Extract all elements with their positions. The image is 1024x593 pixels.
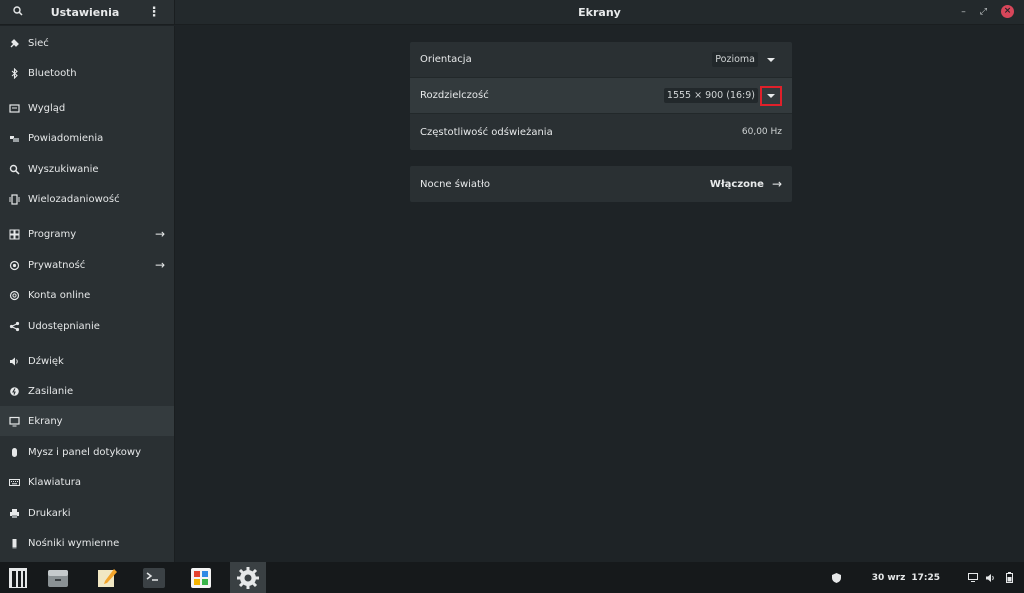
sidebar-item-label: Nośniki wymienne	[28, 537, 120, 549]
window-controls: – ⤢ ×	[961, 5, 1014, 18]
display-settings-card: Orientacja Pozioma Rozdzielczość 1555 × …	[410, 42, 792, 150]
bluetooth-icon	[0, 67, 28, 79]
night-light-label: Nocne światło	[420, 178, 490, 190]
maximize-icon[interactable]: ⤢	[980, 7, 987, 17]
sidebar-item-power[interactable]: Zasilanie	[0, 376, 174, 406]
chevron-down-icon	[767, 93, 775, 98]
display-icon[interactable]	[964, 573, 982, 582]
main-header: Ekrany – ⤢ ×	[175, 0, 1024, 25]
night-light-card[interactable]: Nocne światło Włączone →	[410, 166, 792, 202]
night-light-row[interactable]: Nocne światło Włączone →	[410, 166, 792, 202]
sidebar-item-label: Wyszukiwanie	[28, 163, 99, 175]
removable-media-icon	[0, 538, 28, 549]
system-tray: 30 wrz 17:25	[828, 562, 1024, 593]
sidebar-item-search[interactable]: Wyszukiwanie	[0, 154, 174, 184]
keyboard-icon	[0, 477, 28, 488]
night-light-status: Włączone	[709, 178, 764, 190]
power-icon	[0, 386, 28, 397]
sidebar-item-sound[interactable]: Dźwięk	[0, 346, 174, 376]
sidebar-item-label: Drukarki	[28, 507, 71, 519]
app-title: Ustawienia	[50, 5, 120, 19]
sidebar-item-network[interactable]: Sieć	[0, 28, 174, 58]
sidebar-item-notifications[interactable]: Powiadomienia	[0, 123, 174, 153]
kebab-menu-icon[interactable]: ⋮	[134, 5, 174, 20]
sidebar-item-label: Konta online	[28, 289, 91, 301]
sidebar-item-sharing[interactable]: Udostępnianie	[0, 311, 174, 341]
sidebar-item-displays[interactable]: Ekrany	[0, 406, 174, 436]
taskbar: 30 wrz 17:25	[0, 562, 1024, 593]
terminal-icon[interactable]	[136, 562, 172, 593]
sidebar-item-label: Powiadomienia	[28, 132, 104, 144]
arrow-right-icon: →	[771, 177, 782, 191]
close-icon[interactable]: ×	[1001, 5, 1014, 18]
text-editor-icon[interactable]	[89, 562, 125, 593]
printer-icon	[0, 508, 28, 519]
resolution-dropdown-button[interactable]	[760, 85, 782, 106]
apps-grid-icon	[0, 229, 28, 240]
battery-icon[interactable]	[1000, 572, 1018, 583]
sidebar-item-online-accounts[interactable]: Konta online	[0, 280, 174, 310]
search-icon[interactable]	[0, 5, 36, 19]
settings-window: Ustawienia ⋮ Ekrany – ⤢ × Sieć Bluetooth…	[0, 0, 1024, 562]
orientation-label: Orientacja	[420, 54, 472, 65]
minimize-icon[interactable]: –	[961, 7, 966, 17]
orientation-row: Orientacja Pozioma	[410, 42, 792, 78]
sidebar-item-label: Bluetooth	[28, 67, 77, 79]
sidebar-item-label: Wielozadaniowość	[28, 193, 120, 205]
sidebar-item-removable-media[interactable]: Nośniki wymienne	[0, 528, 174, 558]
sidebar-item-label: Wygląd	[28, 102, 66, 114]
arrow-right-icon: →	[154, 227, 166, 241]
refresh-rate-label: Częstotliwość odświeżania	[420, 126, 553, 138]
shield-icon[interactable]	[828, 572, 846, 583]
sidebar-item-label: Sieć	[28, 37, 49, 49]
privacy-icon	[0, 260, 28, 271]
page-title: Ekrany	[578, 5, 621, 19]
sidebar-item-label: Programy	[28, 228, 77, 240]
sidebar: Sieć Bluetooth Wygląd Powiadomienia Wysz…	[0, 26, 175, 562]
resolution-label: Rozdzielczość	[420, 90, 489, 101]
sidebar-item-apps[interactable]: Programy →	[0, 219, 174, 249]
multitasking-icon	[0, 193, 28, 205]
display-icon	[0, 416, 28, 427]
activities-icon[interactable]	[0, 562, 36, 593]
sidebar-item-keyboard[interactable]: Klawiatura	[0, 467, 174, 497]
sidebar-item-mouse[interactable]: Mysz i panel dotykowy	[0, 437, 174, 467]
sidebar-item-privacy[interactable]: Prywatność →	[0, 250, 174, 280]
sidebar-item-label: Zasilanie	[28, 385, 74, 397]
orientation-dropdown-button[interactable]	[760, 50, 782, 70]
clock-time[interactable]: 17:25	[911, 573, 940, 583]
resolution-value[interactable]: 1555 × 900 (16:9)	[663, 88, 758, 103]
at-sign-icon	[0, 290, 28, 301]
sidebar-item-label: Mysz i panel dotykowy	[28, 446, 142, 458]
sidebar-item-label: Dźwięk	[28, 355, 64, 367]
sidebar-item-label: Prywatność	[28, 259, 86, 271]
refresh-rate-row: Częstotliwość odświeżania 60,00 Hz	[410, 114, 792, 150]
sidebar-item-label: Klawiatura	[28, 476, 82, 488]
resolution-row: Rozdzielczość 1555 × 900 (16:9)	[410, 78, 792, 114]
chevron-down-icon	[767, 57, 775, 62]
sidebar-item-appearance[interactable]: Wygląd	[0, 93, 174, 123]
files-icon[interactable]	[40, 562, 76, 593]
sidebar-item-label: Udostępnianie	[28, 320, 100, 332]
sidebar-item-bluetooth[interactable]: Bluetooth	[0, 58, 174, 88]
volume-icon[interactable]	[982, 573, 1000, 583]
search-icon	[0, 164, 28, 175]
main-content: Orientacja Pozioma Rozdzielczość 1555 × …	[175, 26, 1024, 562]
mouse-icon	[0, 447, 28, 458]
sidebar-item-label: Ekrany	[28, 415, 63, 427]
refresh-rate-value: 60,00 Hz	[741, 127, 782, 137]
settings-icon[interactable]	[230, 562, 266, 593]
network-icon	[0, 38, 28, 49]
share-icon	[0, 321, 28, 332]
appearance-icon	[0, 103, 28, 114]
sidebar-item-multitasking[interactable]: Wielozadaniowość	[0, 184, 174, 214]
notifications-icon	[0, 133, 28, 144]
arrow-right-icon: →	[154, 258, 166, 272]
sidebar-header: Ustawienia ⋮	[0, 0, 175, 25]
clock-date[interactable]: 30 wrz	[872, 573, 906, 583]
speaker-icon	[0, 356, 28, 367]
software-icon[interactable]	[183, 562, 219, 593]
sidebar-item-printers[interactable]: Drukarki	[0, 498, 174, 528]
orientation-value[interactable]: Pozioma	[712, 52, 758, 67]
